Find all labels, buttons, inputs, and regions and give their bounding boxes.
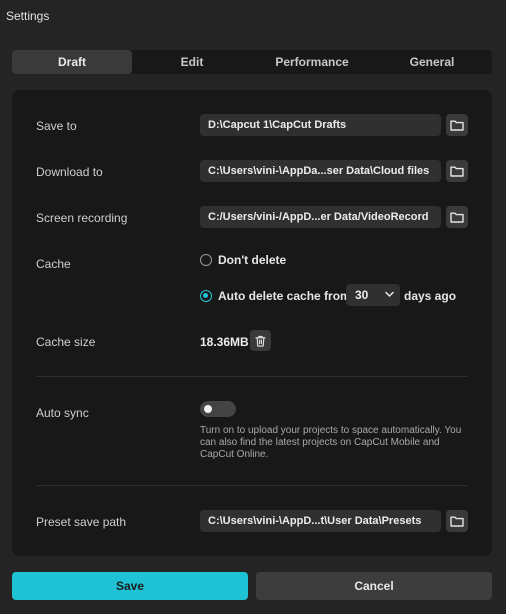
days-suffix: days ago xyxy=(404,289,457,303)
download-to-browse-button[interactable] xyxy=(446,160,468,182)
preset-save-path-browse-button[interactable] xyxy=(446,510,468,532)
tab-draft[interactable]: Draft xyxy=(12,50,132,74)
toggle-knob xyxy=(204,405,212,413)
download-to-label: Download to xyxy=(36,165,103,179)
dont-delete-label: Don't delete xyxy=(218,253,287,267)
cache-size-label: Cache size xyxy=(36,335,96,349)
folder-icon xyxy=(450,166,464,177)
tab-bar: Draft Edit Performance General xyxy=(12,50,492,74)
clear-cache-button[interactable] xyxy=(250,330,271,351)
folder-icon xyxy=(450,120,464,131)
screen-recording-browse-button[interactable] xyxy=(446,206,468,228)
download-to-path-field[interactable] xyxy=(200,160,441,182)
settings-window: Settings Draft Edit Performance General … xyxy=(0,0,506,614)
cancel-button[interactable]: Cancel xyxy=(256,572,492,600)
tab-performance[interactable]: Performance xyxy=(252,50,372,74)
auto-sync-help-text: Turn on to upload your projects to space… xyxy=(200,425,462,460)
days-value: 30 xyxy=(355,288,369,302)
preset-save-path-label: Preset save path xyxy=(36,515,127,529)
folder-icon xyxy=(450,212,464,223)
cache-size-value: 18.36MB xyxy=(200,335,249,349)
title-bar: Settings xyxy=(0,0,506,34)
days-dropdown[interactable]: 30 xyxy=(346,284,400,306)
auto-sync-label: Auto sync xyxy=(36,406,89,420)
cache-option-auto-delete[interactable]: Auto delete cache from xyxy=(200,289,351,303)
screen-recording-label: Screen recording xyxy=(36,211,128,225)
window-title: Settings xyxy=(6,9,50,23)
divider xyxy=(36,376,468,377)
folder-icon xyxy=(450,516,464,527)
save-to-browse-button[interactable] xyxy=(446,114,468,136)
divider xyxy=(36,485,468,486)
cache-option-dont-delete[interactable]: Don't delete xyxy=(200,253,286,267)
preset-save-path-field[interactable] xyxy=(200,510,441,532)
tab-edit[interactable]: Edit xyxy=(132,50,252,74)
screen-recording-path-field[interactable] xyxy=(200,206,441,228)
auto-delete-label: Auto delete cache from xyxy=(218,289,351,303)
chevron-down-icon xyxy=(385,291,394,298)
auto-sync-toggle[interactable] xyxy=(200,401,236,417)
auto-delete-radio[interactable] xyxy=(200,290,212,302)
dont-delete-radio[interactable] xyxy=(200,254,212,266)
save-to-label: Save to xyxy=(36,119,77,133)
tab-general[interactable]: General xyxy=(372,50,492,74)
save-button[interactable]: Save xyxy=(12,572,248,600)
save-to-path-field[interactable] xyxy=(200,114,441,136)
trash-icon xyxy=(255,335,266,347)
cache-label: Cache xyxy=(36,257,71,271)
